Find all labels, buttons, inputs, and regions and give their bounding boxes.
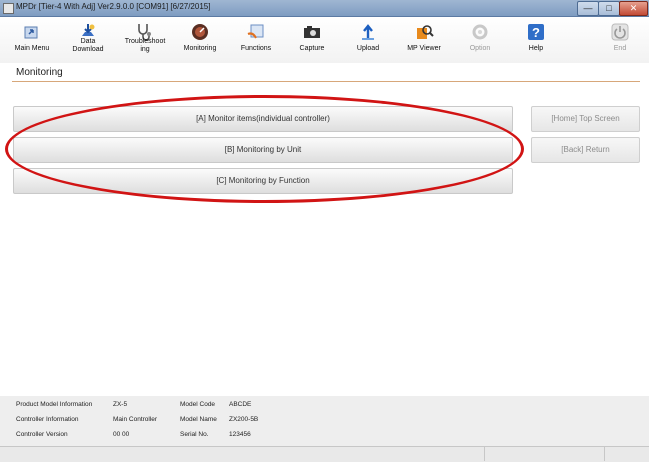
- toolbar-mp-viewer[interactable]: MP Viewer: [396, 17, 452, 63]
- toolbar-option[interactable]: Option: [452, 17, 508, 63]
- monitoring-icon: [192, 24, 208, 40]
- toolbar-label: Functions: [240, 45, 272, 52]
- option-icon: [472, 24, 488, 40]
- status-separator: [604, 447, 605, 461]
- power-icon: [611, 23, 629, 41]
- controller-info-value: Main Controller: [113, 416, 158, 423]
- application-window: MPDr [Tier-4 With Adj] Ver2.9.0.0 [COM91…: [0, 0, 649, 462]
- main-menu-icon: [24, 26, 38, 39]
- serial-no-label: Serial No.: [180, 431, 209, 438]
- toolbar-label: Option: [469, 45, 491, 52]
- svg-text:?: ?: [532, 25, 540, 40]
- serial-no-value: 123456: [229, 431, 251, 438]
- toolbar-monitoring[interactable]: Monitoring: [172, 17, 228, 63]
- controller-version-value: 00 00: [113, 431, 130, 438]
- title-bar: MPDr [Tier-4 With Adj] Ver2.9.0.0 [COM91…: [0, 0, 649, 17]
- controller-version-label: Controller Version: [16, 431, 68, 438]
- viewer-icon: [417, 25, 434, 39]
- toolbar: Main Menu DataDownload Troubleshooting: [0, 17, 649, 63]
- toolbar-troubleshooting[interactable]: Troubleshoot ing: [117, 17, 173, 63]
- close-button[interactable]: ✕: [619, 1, 648, 16]
- toolbar-label: Monitoring: [183, 45, 217, 52]
- camera-icon: [304, 26, 320, 38]
- toolbar-help[interactable]: ? Help: [508, 17, 564, 63]
- toolbar-label: Help: [528, 45, 544, 52]
- status-separator: [484, 447, 485, 461]
- toolbar-main-menu[interactable]: Main Menu: [4, 17, 60, 63]
- info-panel: Product Model Information ZX-5 Model Cod…: [0, 396, 649, 446]
- app-icon: [3, 3, 14, 14]
- toolbar-end[interactable]: End: [592, 17, 648, 63]
- highlight-oval: [5, 95, 524, 203]
- status-bar: [0, 446, 649, 462]
- upload-icon: [362, 24, 374, 40]
- model-code-value: ABCDE: [229, 401, 252, 408]
- toolbar-label: End: [613, 45, 627, 52]
- minimize-button[interactable]: —: [577, 1, 599, 16]
- toolbar-label: Data Download: [72, 38, 104, 53]
- model-name-value: ZX200-5B: [229, 416, 259, 423]
- window-title: MPDr [Tier-4 With Adj] Ver2.9.0.0 [COM91…: [16, 2, 211, 11]
- toolbar-functions[interactable]: Functions: [228, 17, 284, 63]
- home-top-screen-button[interactable]: [Home] Top Screen: [531, 106, 640, 132]
- product-model-value: ZX-5: [113, 401, 128, 408]
- toolbar-label: Troubleshoot ing: [124, 38, 166, 53]
- model-name-label: Model Name: [180, 416, 217, 423]
- functions-icon: [247, 24, 264, 39]
- toolbar-label: Main Menu: [14, 45, 50, 52]
- toolbar-data-download[interactable]: Data Download: [60, 17, 116, 63]
- page-title: Monitoring: [16, 67, 63, 78]
- help-icon: ?: [528, 24, 544, 40]
- maximize-button[interactable]: □: [598, 1, 620, 16]
- toolbar-upload[interactable]: Upload: [340, 17, 396, 63]
- product-model-label: Product Model Information: [16, 401, 93, 408]
- back-return-button[interactable]: [Back] Return: [531, 137, 640, 163]
- model-code-label: Model Code: [180, 401, 216, 408]
- toolbar-capture[interactable]: Capture: [284, 17, 340, 63]
- toolbar-label: Upload: [356, 45, 380, 52]
- section-divider: [12, 81, 640, 82]
- toolbar-label: Capture: [299, 45, 325, 52]
- toolbar-label: MP Viewer: [407, 45, 441, 52]
- controller-info-label: Controller Information: [16, 416, 79, 423]
